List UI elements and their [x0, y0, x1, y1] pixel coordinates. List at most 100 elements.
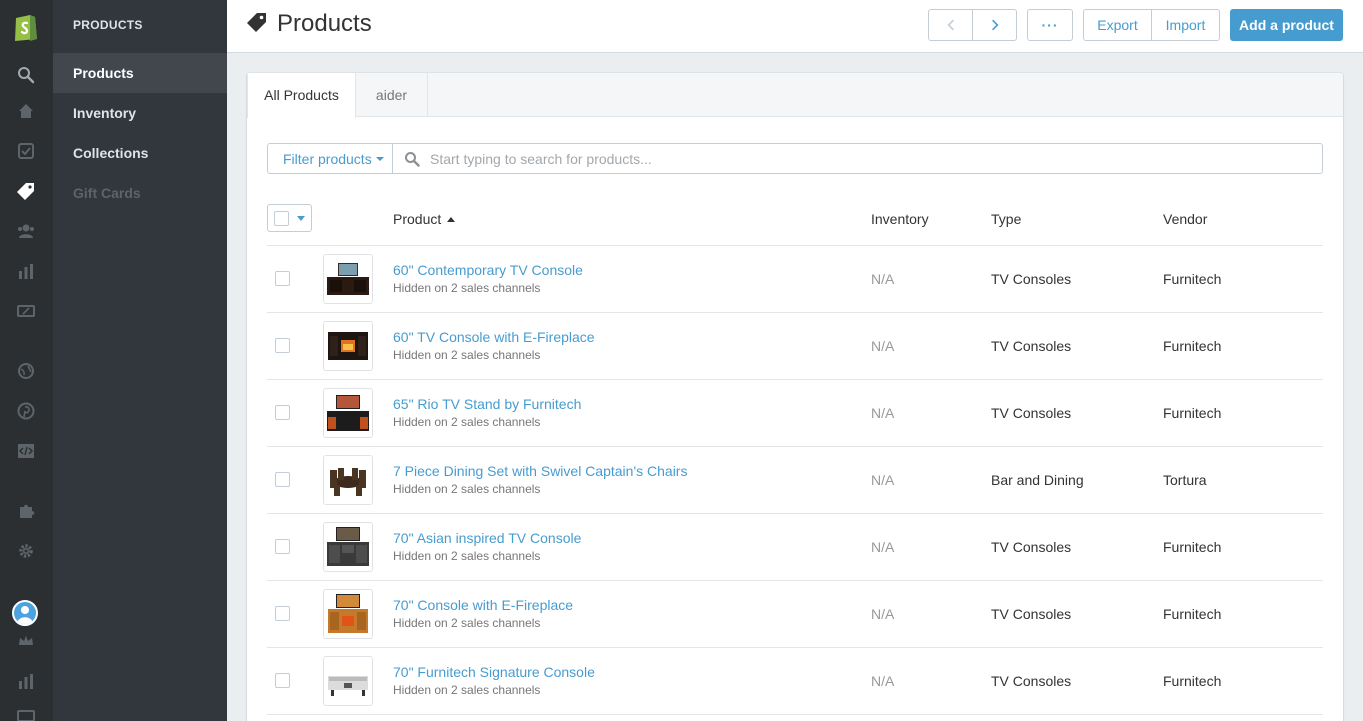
type-cell: TV Consoles [991, 673, 1072, 689]
next-page-button[interactable] [973, 10, 1016, 40]
chart-icon[interactable] [16, 671, 36, 691]
product-name-link[interactable]: 7 Piece Dining Set with Swivel Captain's… [393, 463, 687, 479]
row-checkbox[interactable] [275, 338, 290, 353]
page-title: Products [277, 10, 372, 37]
inventory-cell: N/A [871, 271, 895, 287]
import-button[interactable]: Import [1152, 10, 1219, 40]
type-cell: TV Consoles [991, 271, 1072, 287]
product-name-link[interactable]: 65" Rio TV Stand by Furnitech [393, 396, 581, 412]
export-import-group: Export Import [1083, 9, 1220, 41]
chevron-right-icon [991, 19, 999, 31]
inventory-cell: N/A [871, 606, 895, 622]
search-icon [405, 151, 420, 167]
caret-down-icon[interactable] [297, 216, 305, 221]
home-icon[interactable] [16, 101, 36, 121]
reports-icon[interactable] [16, 261, 36, 281]
table-row: 60" Contemporary TV Console Hidden on 2 … [267, 246, 1323, 313]
type-cell: TV Consoles [991, 405, 1072, 421]
tag-icon [247, 12, 267, 32]
select-all-checkbox[interactable] [274, 211, 289, 226]
vendor-cell: Furnitech [1163, 271, 1222, 287]
table-row: 70" Furnitech Signature Console Hidden o… [267, 648, 1323, 715]
table-row: 70" Console with E-Fireplace Hidden on 2… [267, 581, 1323, 648]
search-icon[interactable] [16, 65, 36, 85]
type-cell: TV Consoles [991, 539, 1072, 555]
type-cell: TV Consoles [991, 338, 1072, 354]
inventory-cell: N/A [871, 405, 895, 421]
column-header-inventory[interactable]: Inventory [871, 211, 929, 227]
column-header-type[interactable]: Type [991, 211, 1021, 227]
row-checkbox[interactable] [275, 539, 290, 554]
column-label: Product [393, 211, 442, 227]
globe-icon[interactable] [16, 361, 36, 381]
table-row: 7 Piece Dining Set with Swivel Captain's… [267, 447, 1323, 514]
shopify-logo-icon[interactable] [11, 10, 41, 42]
prev-page-button[interactable] [929, 10, 973, 40]
gear-icon[interactable] [16, 541, 36, 561]
search-input[interactable] [430, 150, 1310, 167]
row-checkbox[interactable] [275, 673, 290, 688]
discounts-icon[interactable] [16, 706, 36, 721]
product-thumbnail[interactable] [323, 522, 373, 572]
filter-products-button[interactable]: Filter products [267, 143, 393, 174]
add-product-button[interactable]: Add a product [1230, 9, 1343, 41]
caret-down-icon [375, 156, 384, 161]
tab-aider[interactable]: aider [356, 73, 428, 117]
tab-all-products[interactable]: All Products [247, 73, 356, 118]
bulk-select-dropdown[interactable] [267, 204, 312, 232]
avatar[interactable] [12, 600, 38, 626]
product-status: Hidden on 2 sales channels [393, 348, 541, 362]
product-status: Hidden on 2 sales channels [393, 549, 541, 563]
product-status: Hidden on 2 sales channels [393, 683, 541, 697]
product-thumbnail[interactable] [323, 321, 373, 371]
product-name-link[interactable]: 60" TV Console with E-Fireplace [393, 329, 595, 345]
column-header-vendor[interactable]: Vendor [1163, 211, 1207, 227]
product-status: Hidden on 2 sales channels [393, 482, 541, 496]
row-checkbox[interactable] [275, 606, 290, 621]
product-name-link[interactable]: 70" Console with E-Fireplace [393, 597, 573, 613]
type-cell: Bar and Dining [991, 472, 1084, 488]
product-thumbnail[interactable] [323, 388, 373, 438]
product-thumbnail[interactable] [323, 589, 373, 639]
inventory-cell: N/A [871, 472, 895, 488]
product-status: Hidden on 2 sales channels [393, 281, 541, 295]
vendor-cell: Furnitech [1163, 338, 1222, 354]
product-name-link[interactable]: 60" Contemporary TV Console [393, 262, 583, 278]
subnav-title: PRODUCTS [73, 18, 143, 32]
vendor-cell: Furnitech [1163, 673, 1222, 689]
row-checkbox[interactable] [275, 472, 290, 487]
customers-icon[interactable] [16, 221, 36, 241]
product-thumbnail[interactable] [323, 254, 373, 304]
column-header-product[interactable]: Product [393, 211, 456, 227]
more-actions-button[interactable]: ··· [1027, 9, 1073, 41]
search-box [392, 143, 1323, 174]
pinterest-icon[interactable] [16, 401, 36, 421]
products-subnav: PRODUCTS Products Inventory Collections … [53, 0, 227, 721]
chevron-left-icon [946, 19, 954, 31]
row-checkbox[interactable] [275, 405, 290, 420]
vendor-cell: Tortura [1163, 472, 1207, 488]
vendor-cell: Furnitech [1163, 405, 1222, 421]
product-name-link[interactable]: 70" Furnitech Signature Console [393, 664, 595, 680]
export-button[interactable]: Export [1084, 10, 1152, 40]
tag-icon[interactable] [16, 181, 36, 201]
product-thumbnail[interactable] [323, 656, 373, 706]
pagination-group [928, 9, 1017, 41]
vendor-cell: Furnitech [1163, 606, 1222, 622]
product-name-link[interactable]: 70" Asian inspired TV Console [393, 530, 581, 546]
subnav-item-collections[interactable]: Collections [53, 133, 227, 173]
table-row: 70" Asian inspired TV Console Hidden on … [267, 514, 1323, 581]
discounts-icon[interactable] [16, 301, 36, 321]
subnav-item-inventory[interactable]: Inventory [53, 93, 227, 133]
crown-icon[interactable] [16, 631, 36, 651]
table-row: 65" Rio TV Stand by Furnitech Hidden on … [267, 380, 1323, 447]
code-icon[interactable] [16, 441, 36, 461]
orders-icon[interactable] [16, 141, 36, 161]
product-thumbnail[interactable] [323, 455, 373, 505]
subnav-item-gift-cards[interactable]: Gift Cards [53, 173, 227, 213]
type-cell: TV Consoles [991, 606, 1072, 622]
puzzle-icon[interactable] [16, 501, 36, 521]
subnav-item-products[interactable]: Products [53, 53, 227, 93]
row-checkbox[interactable] [275, 271, 290, 286]
tab-bar: All Products aider [247, 73, 1343, 118]
